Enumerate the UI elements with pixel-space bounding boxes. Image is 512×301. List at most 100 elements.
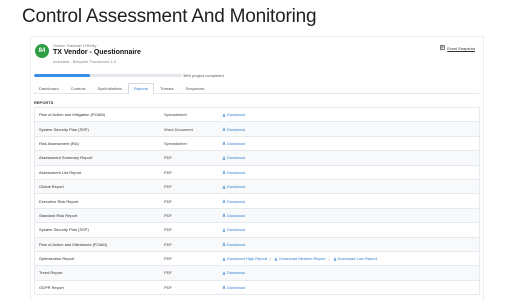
separator: |: [328, 256, 330, 262]
download-label[interactable]: Download: [227, 285, 245, 290]
download-label[interactable]: Download: [227, 170, 245, 175]
table-row: Trend Report PDF Download: [34, 266, 480, 281]
table-row: Executive Risk Report PDF Download: [34, 194, 480, 209]
report-format: PDF: [164, 198, 172, 204]
download-label[interactable]: Download: [227, 112, 245, 117]
tab-threats[interactable]: Threats: [154, 83, 180, 94]
score-badge: 84: [35, 44, 49, 58]
table-row: Global Report PDF Download: [34, 179, 480, 195]
table-row: System Security Plan (SSP) PDF Download: [34, 223, 480, 238]
download-icon: [222, 127, 226, 131]
download-link[interactable]: Download: [222, 270, 245, 275]
report-actions: Download: [222, 285, 245, 290]
download-label[interactable]: Download: [227, 141, 245, 146]
tab-bar: Dashboard Controls Sys/Initiatives Reports T…: [33, 83, 479, 94]
progress-fill: [34, 74, 91, 77]
download-icon: [333, 256, 337, 261]
report-format: PDF: [164, 227, 172, 233]
download-label[interactable]: Download: [227, 199, 245, 204]
table-row: System Security Plan (SSP) Word Document D…: [34, 122, 480, 137]
download-label[interactable]: Download: [227, 270, 245, 275]
report-name: Standard Risk Report: [39, 212, 78, 218]
report-format: PDF: [164, 155, 172, 161]
report-name: Plan of Action and Mitigation (POAM): [39, 112, 106, 118]
download-icon: [222, 228, 226, 232]
export-snapshot-link[interactable]: Excel Snapshot: [440, 45, 475, 51]
report-actions: Download: [222, 141, 245, 146]
download-label[interactable]: Download Low Report: [338, 256, 377, 261]
report-name: Global Report: [39, 184, 64, 190]
tab-sys-initiatives[interactable]: Sys/Initiatives: [91, 83, 127, 94]
download-link[interactable]: Download Low Report: [333, 256, 377, 261]
table-row: Optimization Report PDF Download High Repo…: [34, 251, 480, 267]
report-actions: Download: [222, 213, 245, 218]
report-name: Trend Report: [39, 270, 63, 276]
report-format: Word Document: [164, 126, 193, 132]
reports-table: Plan of Action and Mitigation (POAM) Spre…: [34, 107, 480, 296]
report-format: PDF: [164, 256, 172, 262]
download-label[interactable]: Download: [227, 213, 245, 218]
download-label[interactable]: Download High Report: [227, 256, 267, 261]
report-format: Spreadsheet: [164, 112, 187, 118]
download-link[interactable]: Download: [222, 127, 245, 132]
download-link[interactable]: Download: [222, 141, 245, 146]
download-label[interactable]: Download: [227, 127, 245, 132]
download-link[interactable]: Download: [222, 199, 245, 204]
download-icon: [222, 199, 226, 203]
download-link[interactable]: Download: [222, 242, 245, 247]
download-link[interactable]: Download: [222, 227, 245, 232]
download-icon: [222, 156, 226, 160]
tab-dashboard[interactable]: Dashboard: [33, 83, 65, 94]
download-link[interactable]: Download: [222, 155, 245, 160]
tab-reports[interactable]: Reports: [127, 83, 154, 94]
download-label[interactable]: Download: [227, 227, 245, 232]
report-actions: Download: [222, 242, 245, 247]
download-icon: [222, 185, 226, 189]
report-format: PDF: [164, 284, 172, 290]
download-icon: [274, 256, 278, 261]
separator: |: [270, 256, 272, 262]
download-link[interactable]: Download: [222, 213, 245, 218]
report-name: Executive Risk Report: [39, 198, 79, 204]
download-label[interactable]: Download Medium Report: [279, 256, 325, 261]
report-format: PDF: [164, 212, 172, 218]
download-link[interactable]: Download Medium Report: [274, 256, 326, 261]
download-link[interactable]: Download: [222, 170, 245, 175]
report-actions: Download: [222, 199, 245, 204]
download-link[interactable]: Download: [222, 112, 245, 117]
progress-bar: [34, 74, 182, 77]
table-row: Assessment Summary Report PDF Download: [34, 151, 480, 166]
download-label[interactable]: Download: [227, 155, 245, 160]
tab-snapshots[interactable]: Snapshots: [180, 83, 211, 94]
report-format: Spreadsheet: [164, 140, 187, 146]
report-actions: Download High Report | Download Medium Rep…: [222, 256, 377, 261]
tab-controls[interactable]: Controls: [65, 83, 92, 94]
report-actions: Download: [222, 112, 245, 117]
report-actions: Download: [222, 170, 245, 175]
table-row: Standard Risk Report PDF Download: [34, 208, 480, 224]
report-format: PDF: [164, 184, 172, 190]
download-icon: [222, 170, 226, 175]
report-name: GDPR Report: [39, 284, 64, 290]
download-icon: [222, 213, 226, 218]
report-actions: Download: [222, 127, 245, 132]
export-snapshot-label[interactable]: Excel Snapshot: [447, 46, 475, 51]
download-link[interactable]: Download: [222, 184, 245, 189]
download-link[interactable]: Download High Report: [222, 256, 267, 261]
download-link[interactable]: Download: [222, 285, 245, 290]
assessment-name: TX Vendor - Questionnaire: [53, 49, 141, 56]
spreadsheet-icon: [440, 45, 446, 51]
download-label[interactable]: Download: [227, 184, 245, 189]
report-name: System Security Plan (SSP): [39, 227, 89, 233]
progress-label: 38% project completed: [183, 73, 224, 78]
table-row: Plan of Action and Mitigation (POAM) Spre…: [34, 107, 480, 123]
report-name: Assessment List Report: [39, 169, 82, 175]
reports-section-label: REPORTS: [34, 100, 54, 105]
report-actions: Download: [222, 155, 245, 160]
report-name: Plan of Action and Milestones (POAM): [39, 241, 108, 247]
table-row: GDPR Report PDF Download: [34, 280, 480, 296]
report-name: Optimization Report: [39, 256, 75, 262]
report-format: PDF: [164, 270, 172, 276]
download-label[interactable]: Download: [227, 242, 245, 247]
page-title: Control Assessment And Monitoring: [22, 6, 317, 27]
